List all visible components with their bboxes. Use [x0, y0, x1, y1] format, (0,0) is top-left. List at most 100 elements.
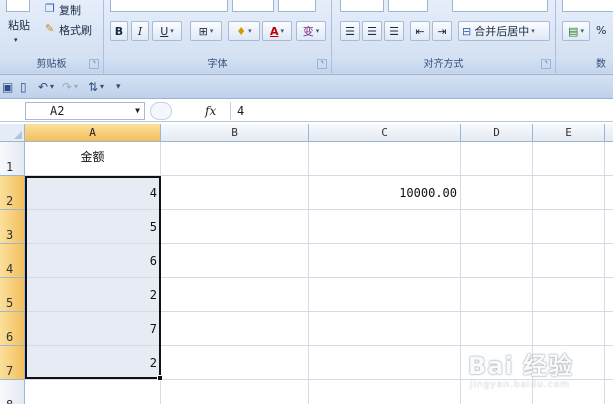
column-header-f[interactable]	[605, 124, 613, 142]
grow-shrink-buttons[interactable]	[278, 0, 316, 12]
align-center-button[interactable]: ☰	[362, 21, 382, 41]
row-header-7[interactable]: 7	[0, 346, 25, 380]
cell-b8[interactable]	[161, 380, 309, 404]
wrap-text-button[interactable]	[452, 0, 548, 12]
accounting-format-button[interactable]: ▤ ▾	[562, 21, 590, 41]
cell-b2[interactable]	[161, 176, 309, 210]
align-left-button[interactable]: ☰	[340, 21, 360, 41]
chevron-down-icon[interactable]: ▾	[281, 27, 285, 35]
vertical-align-buttons[interactable]	[340, 0, 384, 12]
row-header-1[interactable]: 1	[0, 142, 25, 176]
cell-d4[interactable]	[461, 244, 533, 278]
column-header-a[interactable]: A	[25, 124, 161, 142]
row-header-3[interactable]: 3	[0, 210, 25, 244]
chevron-down-icon[interactable]: ▾	[14, 36, 18, 44]
cell-a6[interactable]: 7	[25, 312, 161, 346]
sort-icon[interactable]: ⇅	[88, 80, 98, 94]
chevron-down-icon[interactable]: ▾	[170, 27, 174, 35]
cell-e7[interactable]	[533, 346, 605, 380]
cell-f6[interactable]	[605, 312, 613, 346]
chevron-down-icon[interactable]: ▼	[135, 103, 140, 119]
cell-e2[interactable]	[533, 176, 605, 210]
insert-function-icon[interactable]: fx	[205, 102, 216, 120]
font-color-button[interactable]: A ▾	[262, 21, 292, 41]
chevron-down-icon[interactable]: ▾	[248, 27, 252, 35]
paste-icon[interactable]	[6, 0, 30, 12]
percent-button[interactable]: %	[596, 24, 606, 37]
chevron-down-icon[interactable]: ▾	[210, 27, 214, 35]
borders-button[interactable]: ⊞ ▾	[190, 21, 222, 41]
cell-b4[interactable]	[161, 244, 309, 278]
cell-a3[interactable]: 5	[25, 210, 161, 244]
cell-b6[interactable]	[161, 312, 309, 346]
row-header-6[interactable]: 6	[0, 312, 25, 346]
cell-e4[interactable]	[533, 244, 605, 278]
cell-f1[interactable]	[605, 142, 613, 176]
cell-d3[interactable]	[461, 210, 533, 244]
phonetic-button[interactable]: 变 ▾	[296, 21, 326, 41]
cell-a4[interactable]: 6	[25, 244, 161, 278]
cell-b7[interactable]	[161, 346, 309, 380]
formula-input[interactable]: 4	[230, 102, 613, 120]
select-all-button[interactable]	[0, 124, 25, 142]
cell-d7[interactable]	[461, 346, 533, 380]
underline-button[interactable]: U ▾	[152, 21, 182, 41]
chevron-down-icon[interactable]: ▾	[50, 80, 54, 94]
cell-e5[interactable]	[533, 278, 605, 312]
alignment-launcher-icon[interactable]: ⌝	[541, 59, 551, 69]
chevron-down-icon[interactable]: ▾	[100, 80, 104, 94]
font-size-select[interactable]	[232, 0, 274, 12]
row-header-4[interactable]: 4	[0, 244, 25, 278]
number-format-select[interactable]	[562, 0, 613, 12]
cell-c2[interactable]: 10000.00	[309, 176, 461, 210]
cell-f8[interactable]	[605, 380, 613, 404]
font-launcher-icon[interactable]: ⌝	[317, 59, 327, 69]
cell-e1[interactable]	[533, 142, 605, 176]
save-icon[interactable]: ▣	[2, 80, 13, 94]
name-box[interactable]: A2 ▼	[25, 102, 145, 120]
cell-b5[interactable]	[161, 278, 309, 312]
cell-d1[interactable]	[461, 142, 533, 176]
cell-f2[interactable]	[605, 176, 613, 210]
cell-d6[interactable]	[461, 312, 533, 346]
cell-c3[interactable]	[309, 210, 461, 244]
cell-d8[interactable]	[461, 380, 533, 404]
cell-e3[interactable]	[533, 210, 605, 244]
cell-c5[interactable]	[309, 278, 461, 312]
cell-d2[interactable]	[461, 176, 533, 210]
column-header-c[interactable]: C	[309, 124, 461, 142]
cell-a5[interactable]: 2	[25, 278, 161, 312]
orientation-button[interactable]	[388, 0, 428, 12]
cell-f7[interactable]	[605, 346, 613, 380]
cell-a1[interactable]: 金额	[25, 142, 161, 176]
formula-drag-handle[interactable]	[150, 102, 172, 120]
cell-b3[interactable]	[161, 210, 309, 244]
bold-button[interactable]: B	[110, 21, 128, 41]
cell-e8[interactable]	[533, 380, 605, 404]
cell-f4[interactable]	[605, 244, 613, 278]
cell-c8[interactable]	[309, 380, 461, 404]
cell-f3[interactable]	[605, 210, 613, 244]
new-document-icon[interactable]: ▯	[20, 80, 27, 94]
cell-e6[interactable]	[533, 312, 605, 346]
cell-c4[interactable]	[309, 244, 461, 278]
align-right-button[interactable]: ☰	[384, 21, 404, 41]
cell-c7[interactable]	[309, 346, 461, 380]
cell-c6[interactable]	[309, 312, 461, 346]
chevron-down-icon[interactable]: ▾	[531, 27, 535, 35]
cell-a8[interactable]	[25, 380, 161, 404]
redo-icon[interactable]: ↷	[62, 80, 72, 94]
decrease-indent-button[interactable]: ⇤	[410, 21, 430, 41]
clipboard-launcher-icon[interactable]: ⌝	[89, 59, 99, 69]
chevron-down-icon[interactable]: ▾	[74, 80, 78, 94]
column-header-d[interactable]: D	[461, 124, 533, 142]
customize-toolbar-icon[interactable]: ▾	[116, 80, 121, 94]
chevron-down-icon[interactable]: ▾	[580, 27, 584, 35]
fill-handle[interactable]	[157, 375, 163, 381]
paste-button[interactable]: 粘贴	[8, 17, 30, 33]
row-header-8[interactable]: 8	[0, 380, 25, 404]
column-header-e[interactable]: E	[533, 124, 605, 142]
copy-button[interactable]: 复制	[59, 2, 81, 18]
italic-button[interactable]: I	[131, 21, 149, 41]
column-header-b[interactable]: B	[161, 124, 309, 142]
